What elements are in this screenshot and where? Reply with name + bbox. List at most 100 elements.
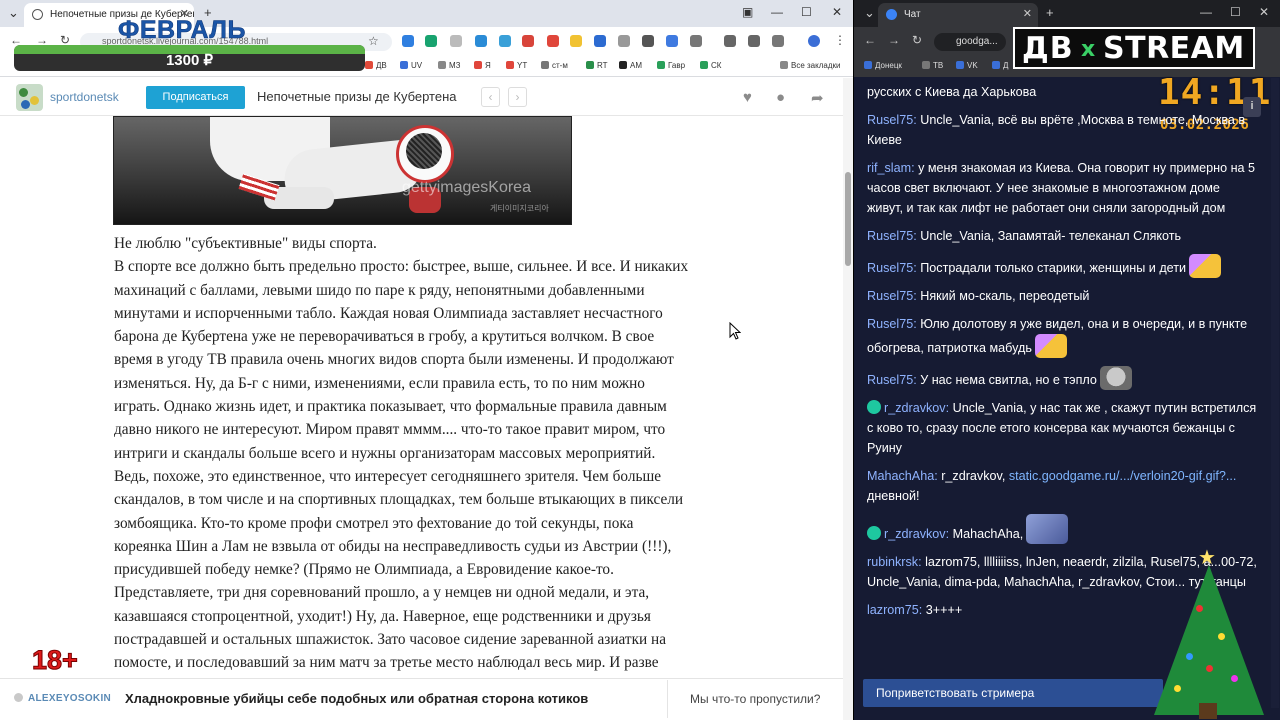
extension-icon-7[interactable] [547, 35, 559, 47]
extension-icon-1[interactable] [402, 35, 414, 47]
extension-icon-11[interactable] [642, 35, 654, 47]
bookmark-item[interactable]: ст-м [541, 61, 568, 70]
chat-link[interactable]: static.goodgame.ru/.../verloin20-gif.gif… [1009, 469, 1237, 483]
article-line: махинаций с баллами, левыми шидо по паре… [114, 281, 645, 299]
bookmark-label: МЗ [449, 61, 461, 70]
share-icon[interactable]: ➦ [811, 89, 824, 107]
chat-nick[interactable]: Rusel75: [867, 373, 917, 387]
bookmark-item[interactable]: Все закладки [780, 61, 840, 70]
menu-dots-icon[interactable]: ⋮ [834, 33, 846, 47]
age-rating-badge: 18+ [32, 645, 79, 676]
chat-scrollbar[interactable] [1271, 78, 1279, 708]
right-minimize-icon[interactable]: — [1200, 5, 1212, 19]
tab-search-icon[interactable]: ⌄ [8, 5, 19, 21]
bookmark-item[interactable]: СК [700, 61, 721, 70]
right-close-window-icon[interactable]: ✕ [1259, 5, 1269, 19]
subscribe-button[interactable]: Подписаться [146, 86, 245, 109]
tree-ornament [1174, 685, 1181, 692]
next-post-button[interactable]: › [508, 87, 527, 107]
left-scrollbar-thumb[interactable] [845, 172, 851, 266]
extension-icon-3[interactable] [450, 35, 462, 47]
bookmark-item[interactable]: Я [474, 61, 491, 70]
chat-message: r_zdravkov: Uncle_Vania, у нас так же , … [867, 398, 1257, 458]
extension-icon-10[interactable] [618, 35, 630, 47]
bookmark-item[interactable]: МЗ [438, 61, 461, 70]
maximize-icon[interactable]: ☐ [801, 5, 812, 19]
bookmark-item[interactable]: Гавр [657, 61, 685, 70]
link-icon[interactable] [748, 35, 760, 47]
right-bookmark-label: VK [967, 61, 978, 70]
left-browser-window: ⌄ Непочетные призы де Кубертена ✕ + ▣ — … [0, 0, 853, 720]
extension-icon-5[interactable] [499, 35, 511, 47]
missed-link[interactable]: Мы что-то пропустили? [690, 692, 820, 706]
tree-ornament [1196, 605, 1203, 612]
right-active-tab[interactable]: Чат ✕ [878, 3, 1038, 27]
chat-text: MahachAha, [949, 527, 1024, 541]
chat-nick[interactable]: lazrom75: [867, 603, 922, 617]
bookmark-star-icon[interactable]: ☆ [368, 34, 379, 48]
chat-emote-icon [1026, 514, 1069, 544]
right-close-tab-icon[interactable]: ✕ [1023, 7, 1032, 20]
right-tab-search-icon[interactable]: ⌄ [864, 5, 875, 21]
site-name-link[interactable]: sportdonetsk [50, 90, 119, 104]
chat-nick[interactable]: rif_slam: [867, 161, 915, 175]
prev-post-button[interactable]: ‹ [481, 87, 500, 107]
footer-post-link[interactable]: Хладнокровные убийцы себе подобных или о… [125, 691, 588, 706]
tree-body [1154, 565, 1264, 715]
chat-nick[interactable]: Rusel75: [867, 229, 917, 243]
chat-nick[interactable]: r_zdravkov: [884, 527, 949, 541]
profile-avatar[interactable] [808, 35, 820, 47]
extension-icon-8[interactable] [570, 35, 582, 47]
extension-icon-9[interactable] [594, 35, 606, 47]
right-forward-icon[interactable]: → [888, 33, 900, 47]
chat-text: у меня знакомая из Киева. Она говорит ну… [867, 161, 1256, 215]
right-maximize-icon[interactable]: ☐ [1230, 5, 1241, 19]
right-bookmark-item[interactable]: Д [992, 61, 1008, 70]
bookmark-item[interactable]: АМ [619, 61, 642, 70]
right-bookmark-item[interactable]: Донецк [864, 61, 902, 70]
article-body: Не люблю "субъективные" виды спорта. В с… [114, 232, 734, 675]
extension-icon-4[interactable] [475, 35, 487, 47]
site-avatar[interactable] [16, 84, 43, 111]
donation-amount: 1300 ₽ [165, 52, 214, 69]
right-back-icon[interactable]: ← [864, 33, 876, 47]
bookmark-label: Я [485, 61, 491, 70]
footer-author[interactable]: ALEXEYOSOKIN [14, 693, 111, 704]
chat-message: Rusel75: Uncle_Vania, Запамятай- телекан… [867, 226, 1257, 246]
chat-message: Rusel75: У нас нема свитла, но е тэпло [867, 366, 1257, 390]
like-heart-icon[interactable]: ♥ [743, 89, 752, 106]
bookmark-label: Гавр [668, 61, 686, 70]
right-reload-icon[interactable]: ↻ [912, 33, 922, 47]
extension-icon-2[interactable] [425, 35, 437, 47]
bookmark-label: ДВ [376, 61, 387, 70]
chat-nick[interactable]: r_zdravkov: [884, 401, 949, 415]
article-line: скандалов, в том числе и на спортивных п… [114, 491, 684, 509]
extension-icon-6[interactable] [522, 35, 534, 47]
key-icon[interactable] [724, 35, 736, 47]
right-address-bar[interactable]: goodga... [934, 33, 1006, 51]
tab-media-icon[interactable]: ▣ [742, 5, 753, 19]
chat-message: русских с Киева да Харькова [867, 82, 1257, 102]
chat-nick[interactable]: Rusel75: [867, 289, 917, 303]
right-new-tab-icon[interactable]: + [1046, 5, 1054, 20]
greet-streamer-button[interactable]: Поприветствовать стримера [863, 679, 1163, 707]
bookmark-item[interactable]: YT [506, 61, 527, 70]
right-bookmark-item[interactable]: VK [956, 61, 978, 70]
right-bookmark-item[interactable]: ТВ [922, 61, 943, 70]
chat-nick[interactable]: Rusel75: [867, 261, 917, 275]
chat-nick[interactable]: MahachAha: [867, 469, 938, 483]
chat-nick[interactable]: Rusel75: [867, 113, 917, 127]
extension-icon-12[interactable] [666, 35, 678, 47]
chat-nick[interactable]: rubinkrsk: [867, 555, 922, 569]
tree-ornament [1206, 665, 1213, 672]
close-window-icon[interactable]: ✕ [832, 5, 842, 19]
chat-nick[interactable]: Rusel75: [867, 317, 917, 331]
bookmark-item[interactable]: UV [400, 61, 422, 70]
bookmark-item[interactable]: ДВ [365, 61, 387, 70]
comment-icon[interactable]: ● [776, 89, 785, 106]
extensions-puzzle-icon[interactable] [690, 35, 702, 47]
bookmark-item[interactable]: RT [586, 61, 608, 70]
avatar-dot [19, 88, 28, 97]
minimize-icon[interactable]: — [771, 5, 783, 19]
screenshot-icon[interactable] [772, 35, 784, 47]
